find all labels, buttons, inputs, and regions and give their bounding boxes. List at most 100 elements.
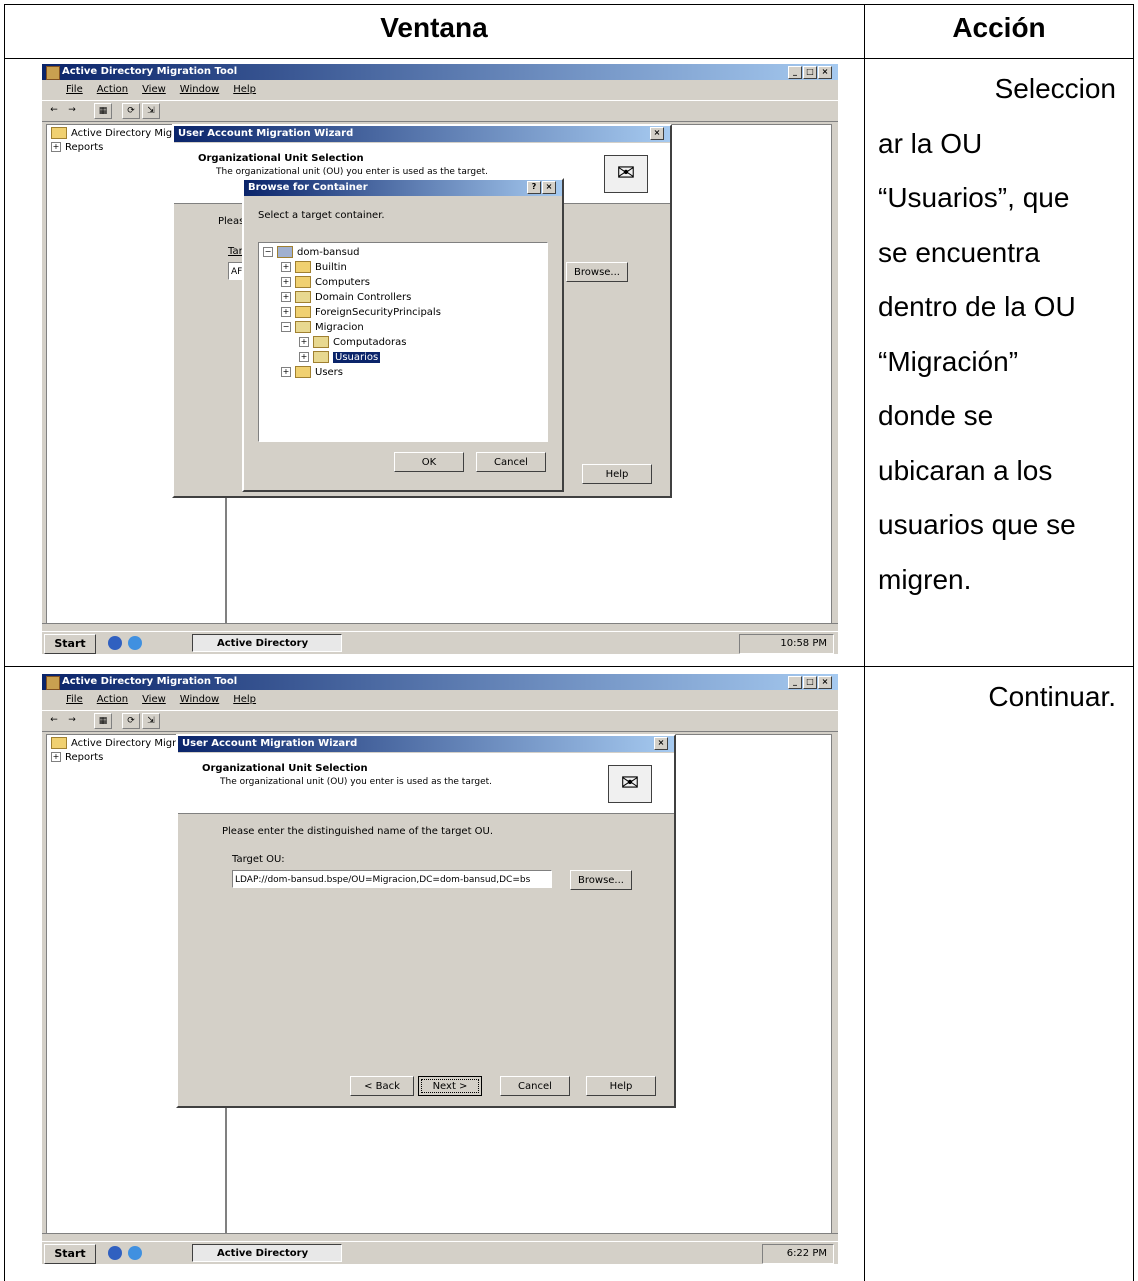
refresh-icon[interactable]: ⟳ — [122, 103, 140, 119]
back-arrow-icon[interactable]: ← — [46, 713, 62, 727]
menu-view[interactable]: View — [142, 691, 166, 709]
tree-node-usuarios[interactable]: + Usuarios — [299, 350, 381, 365]
help-icon[interactable]: ? — [527, 181, 541, 194]
clock: 6:22 PM — [786, 1248, 827, 1259]
browse-close-button[interactable]: × — [542, 181, 556, 194]
tree-node-computadoras[interactable]: + Computadoras — [299, 335, 407, 350]
help-button[interactable]: Help — [586, 1076, 656, 1096]
help-button[interactable]: Help — [582, 464, 652, 484]
ie-icon[interactable] — [128, 1246, 142, 1260]
browse-button[interactable]: Browse... — [566, 262, 628, 282]
browse-button[interactable]: Browse... — [570, 870, 632, 890]
close-button[interactable]: × — [818, 66, 832, 79]
ie-icon[interactable] — [128, 636, 142, 650]
tree-node-computers[interactable]: + Computers — [281, 275, 370, 290]
menu-action[interactable]: Action — [97, 691, 128, 709]
export-icon[interactable]: ⇲ — [142, 713, 160, 729]
tree-node-domain-controllers[interactable]: + Domain Controllers — [281, 290, 411, 305]
expand-icon[interactable]: + — [281, 292, 291, 302]
tree-node-users[interactable]: + Users — [281, 365, 343, 380]
desktop-icon[interactable] — [108, 636, 122, 650]
table-border-left — [4, 4, 5, 1281]
node-label: ForeignSecurityPrincipals — [315, 307, 441, 318]
target-ou-label: Target OU: — [232, 854, 285, 865]
taskbar-item-admt[interactable]: Active Directory Migr... — [192, 1244, 342, 1262]
folder-icon — [295, 261, 311, 273]
expand-icon[interactable]: + — [51, 142, 61, 152]
expand-icon[interactable]: + — [299, 352, 309, 362]
menu-window[interactable]: Window — [180, 691, 219, 709]
node-label: Computers — [315, 277, 370, 288]
menu-view[interactable]: View — [142, 81, 166, 99]
node-label: dom-bansud — [297, 247, 360, 258]
browse-title: Browse for Container — [248, 182, 368, 193]
menu-window[interactable]: Window — [180, 81, 219, 99]
container-tree: − dom-bansud + Builtin + Computers + Domain … — [258, 242, 548, 442]
wizard-heading: Organizational Unit Selection — [202, 763, 368, 774]
desktop-icon[interactable] — [108, 1246, 122, 1260]
taskbar: Start Active Directory Migr... 6:22 PM — [42, 1241, 838, 1264]
action-line: Continuar. — [988, 681, 1116, 712]
close-button[interactable]: × — [818, 676, 832, 689]
menu-file[interactable]: File — [66, 81, 83, 99]
expand-icon[interactable]: + — [281, 262, 291, 272]
taskbar-item-admt[interactable]: Active Directory Migr... — [192, 634, 342, 652]
table-border-right — [1133, 4, 1134, 1281]
maximize-button[interactable]: □ — [803, 66, 817, 79]
node-label: Users — [315, 367, 344, 378]
export-icon[interactable]: ⇲ — [142, 103, 160, 119]
refresh-icon[interactable]: ⟳ — [122, 713, 140, 729]
back-button[interactable]: < Back — [350, 1076, 414, 1096]
minimize-button[interactable]: _ — [788, 676, 802, 689]
expand-icon[interactable]: + — [281, 277, 291, 287]
start-button[interactable]: Start — [44, 1244, 96, 1264]
next-button[interactable]: Next > — [418, 1076, 482, 1096]
tree-node-domain[interactable]: − dom-bansud — [263, 245, 360, 260]
collapse-icon[interactable]: − — [281, 322, 291, 332]
target-ou-input[interactable]: LDAP://dom-bansud.bspe/OU=Migracion,DC=d… — [232, 870, 552, 888]
tree-node-foreign[interactable]: + ForeignSecurityPrincipals — [281, 305, 441, 320]
action-line: Seleccion — [994, 73, 1116, 104]
tree-root-label: Active Directory Migrati — [71, 738, 190, 749]
minimize-button[interactable]: _ — [788, 66, 802, 79]
cancel-button[interactable]: Cancel — [476, 452, 546, 472]
show-hide-tree-icon[interactable]: ▦ — [94, 103, 112, 119]
wizard-titlebar: User Account Migration Wizard × — [178, 736, 674, 752]
start-label: Start — [54, 637, 86, 650]
wizard-subheading: The organizational unit (OU) you enter i… — [220, 777, 493, 787]
forward-arrow-icon[interactable]: → — [64, 713, 80, 727]
tree-reports-item[interactable]: + Reports — [51, 751, 103, 765]
tree-root-item[interactable]: Active Directory Migrat — [51, 127, 186, 141]
cancel-button[interactable]: Cancel — [500, 1076, 570, 1096]
back-arrow-icon[interactable]: ← — [46, 103, 62, 117]
expand-icon[interactable]: + — [281, 367, 291, 377]
tree-node-migracion[interactable]: − Migracion — [281, 320, 364, 335]
wizard-close-button[interactable]: × — [654, 737, 668, 750]
forward-arrow-icon[interactable]: → — [64, 103, 80, 117]
browse-container-dialog: Browse for Container ? × Select a target … — [242, 178, 564, 492]
menu-action[interactable]: Action — [97, 81, 128, 99]
action-line: migren. — [878, 563, 972, 595]
tree-node-builtin[interactable]: + Builtin — [281, 260, 347, 275]
expand-icon[interactable]: + — [281, 307, 291, 317]
tree-root-item[interactable]: Active Directory Migrati — [51, 737, 189, 751]
task-label: Active Directory Migr... — [217, 638, 309, 649]
wizard-close-button[interactable]: × — [650, 127, 664, 140]
ok-button[interactable]: OK — [394, 452, 464, 472]
menu-file[interactable]: File — [66, 691, 83, 709]
show-hide-tree-icon[interactable]: ▦ — [94, 713, 112, 729]
start-button[interactable]: Start — [44, 634, 96, 654]
taskbar: Start Active Directory Migr... 10:58 PM — [42, 631, 838, 654]
system-tray: 10:58 PM — [739, 634, 834, 654]
maximize-button[interactable]: □ — [803, 676, 817, 689]
tree-reports-item[interactable]: + Reports — [51, 141, 103, 155]
expand-icon[interactable]: + — [299, 337, 309, 347]
table-border-top — [4, 4, 1134, 5]
collapse-icon[interactable]: − — [263, 247, 273, 257]
action-line: dentro de la OU — [878, 291, 1076, 322]
wizard-header: Organizational Unit Selection The organi… — [178, 753, 674, 814]
menu-help[interactable]: Help — [233, 691, 256, 709]
clock: 10:58 PM — [780, 638, 827, 649]
menu-help[interactable]: Help — [233, 81, 256, 99]
expand-icon[interactable]: + — [51, 752, 61, 762]
